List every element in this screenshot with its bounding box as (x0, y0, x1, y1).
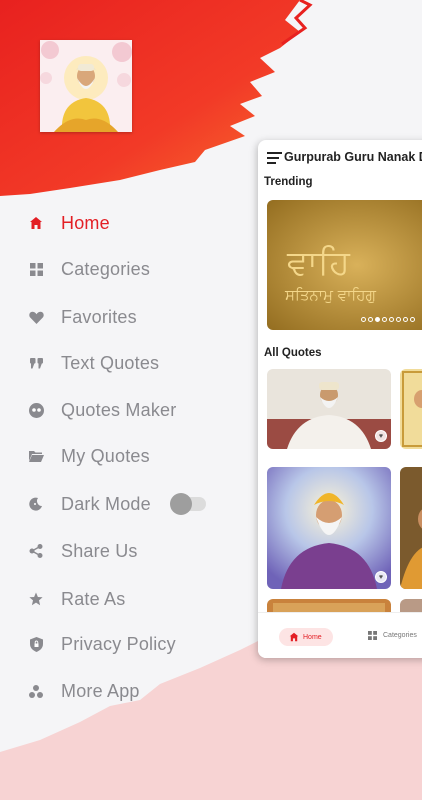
menu-item-share-us[interactable]: Share Us (0, 528, 240, 574)
heart-icon (28, 309, 44, 325)
quote-thumbnail[interactable] (400, 369, 422, 449)
nav-home-tab[interactable]: Home (279, 628, 333, 646)
all-quotes-heading: All Quotes (264, 347, 322, 359)
menu-item-privacy-policy[interactable]: Privacy Policy (0, 621, 240, 667)
share-icon (28, 543, 44, 559)
carousel-dot[interactable] (368, 317, 373, 322)
profile-avatar (40, 40, 132, 132)
grid-icon (368, 631, 377, 640)
nav-categories-label: Categories (383, 632, 417, 639)
menu-item-my-quotes[interactable]: My Quotes (0, 433, 240, 479)
menu-label: My Quotes (61, 445, 150, 466)
favorite-heart-icon[interactable]: ♥ (375, 571, 387, 583)
hamburger-menu-icon[interactable] (267, 152, 282, 164)
menu-label: Favorites (61, 306, 137, 327)
menu-label: Home (61, 212, 110, 233)
menu-item-more-app[interactable]: More App (0, 668, 240, 714)
menu-label: More App (61, 680, 140, 701)
quote-icon (28, 355, 44, 371)
main-screen-preview: Gurpurab Guru Nanak D Trending ਵਾਹਿ ਸਤਿਨ… (258, 140, 422, 658)
carousel-dots (361, 317, 415, 322)
toggle-knob (170, 493, 192, 515)
moon-icon (28, 496, 44, 512)
guru-portrait-image (40, 40, 132, 132)
bottom-navigation: Home Categories (258, 612, 422, 658)
carousel-dot[interactable] (410, 317, 415, 322)
menu-item-favorites[interactable]: Favorites (0, 294, 240, 340)
carousel-dot[interactable] (396, 317, 401, 322)
nav-home-label: Home (303, 633, 322, 641)
menu-item-quotes-maker[interactable]: Quotes Maker (0, 387, 240, 433)
grid-icon (28, 261, 44, 277)
menu-item-home[interactable]: Home (0, 200, 240, 246)
carousel-dot[interactable] (361, 317, 366, 322)
menu-label: Text Quotes (61, 352, 160, 373)
menu-label: Privacy Policy (61, 633, 176, 654)
shield-icon (28, 636, 44, 652)
dark-mode-toggle[interactable] (170, 493, 206, 515)
trending-banner[interactable]: ਵਾਹਿ ਸਤਿਨਾਮੁ ਵਾਹਿਗੁ (267, 200, 422, 330)
menu-item-categories[interactable]: Categories (0, 246, 240, 292)
menu-label: Dark Mode (61, 493, 151, 514)
folder-icon (28, 448, 44, 464)
banner-gurmukhi-text-1: ਵਾਹਿ (286, 243, 351, 283)
quote-thumbnail[interactable] (400, 467, 422, 589)
star-icon (28, 591, 44, 607)
menu-item-rate-as[interactable]: Rate As (0, 576, 240, 622)
carousel-dot[interactable] (389, 317, 394, 322)
home-icon (289, 632, 299, 642)
trending-heading: Trending (264, 176, 313, 188)
nav-categories-tab[interactable]: Categories (368, 631, 417, 640)
quote-thumbnail[interactable]: ♥ (267, 369, 391, 449)
apps-icon (28, 683, 44, 699)
menu-item-dark-mode[interactable]: Dark Mode (0, 481, 240, 527)
banner-gurmukhi-text-2: ਸਤਿਨਾਮੁ ਵਾਹਿਗੁ (284, 286, 376, 304)
quote-thumbnail[interactable]: ♥ (267, 467, 391, 589)
carousel-dot-active[interactable] (375, 317, 380, 322)
app-title: Gurpurab Guru Nanak D (284, 150, 422, 164)
menu-label: Categories (61, 258, 151, 279)
quote-bubble-icon (28, 402, 44, 418)
menu-label: Quotes Maker (61, 399, 177, 420)
favorite-heart-icon[interactable]: ♥ (375, 430, 387, 442)
menu-item-text-quotes[interactable]: Text Quotes (0, 340, 240, 386)
home-icon (28, 215, 44, 231)
menu-label: Rate As (61, 588, 126, 609)
menu-label: Share Us (61, 540, 138, 561)
carousel-dot[interactable] (403, 317, 408, 322)
carousel-dot[interactable] (382, 317, 387, 322)
